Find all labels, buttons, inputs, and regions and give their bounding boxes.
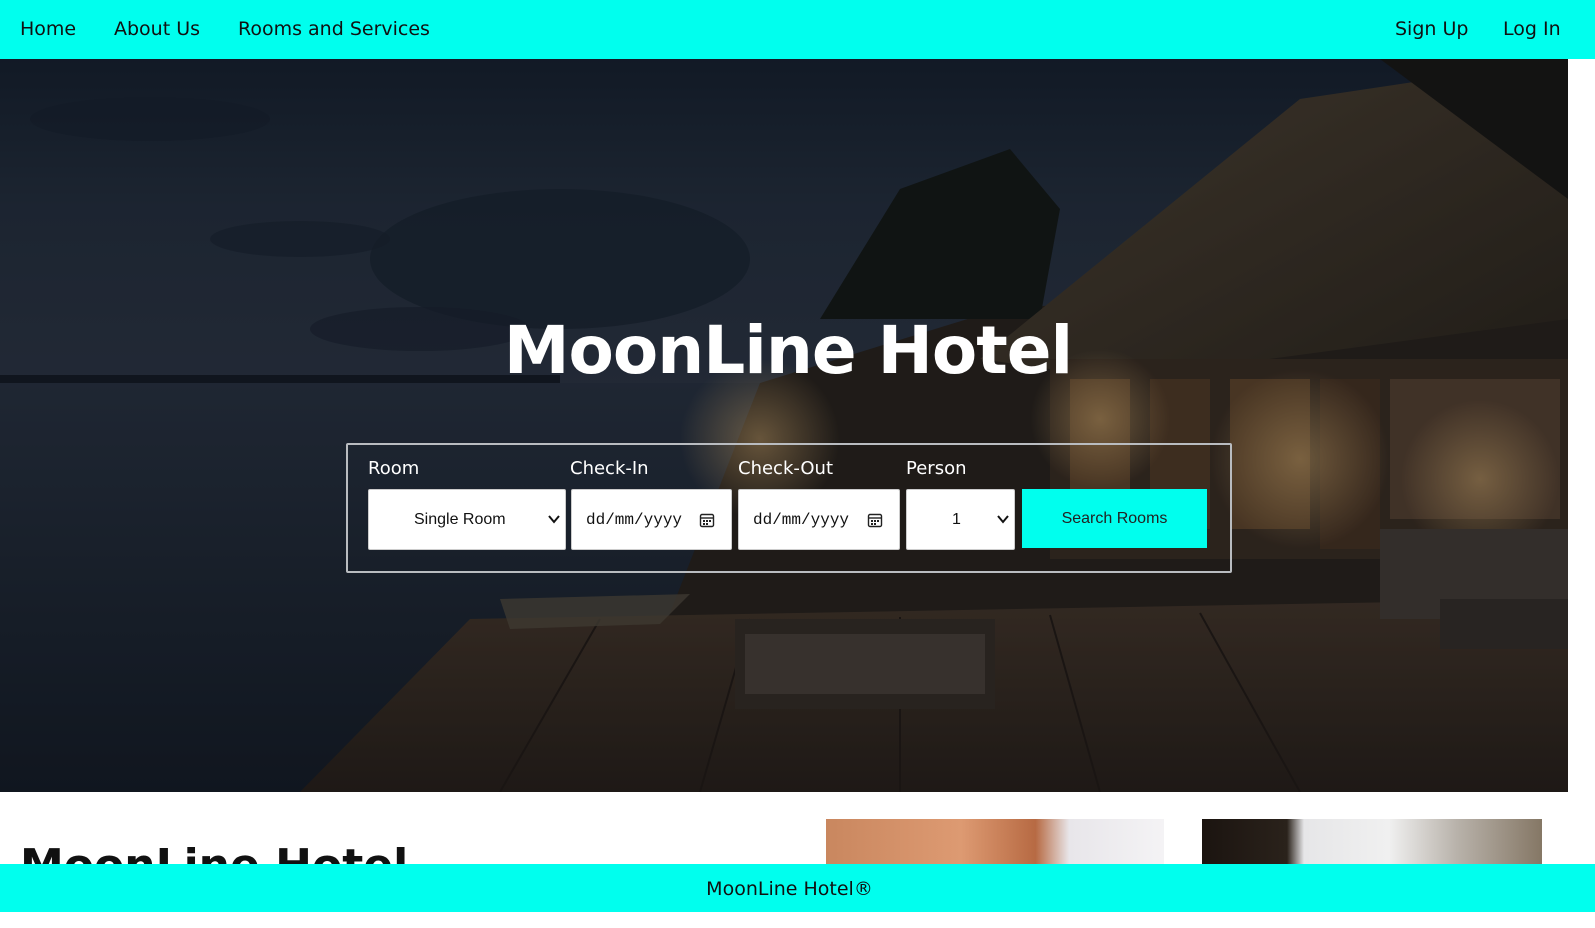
chevron-down-icon (997, 515, 1009, 524)
person-label: Person (906, 458, 967, 479)
nav-about-link[interactable]: About Us (114, 17, 200, 41)
footer-text: MoonLine Hotel® (706, 878, 873, 900)
checkin-date-placeholder: dd/mm/yyyy (586, 511, 683, 529)
checkin-label: Check-In (570, 458, 649, 479)
hero-overlay (0, 59, 1568, 792)
checkout-label: Check-Out (738, 458, 834, 479)
calendar-icon[interactable] (699, 512, 715, 528)
checkout-date-input[interactable]: dd/mm/yyyy (738, 489, 900, 550)
person-select-value: 1 (952, 511, 961, 528)
checkout-date-placeholder: dd/mm/yyyy (753, 511, 850, 529)
top-nav: Home About Us Rooms and Services Sign Up… (0, 0, 1595, 59)
hero-title: MoonLine Hotel (503, 312, 1073, 389)
person-select[interactable]: 1 (906, 489, 1015, 550)
room-select-value: Single Room (414, 511, 506, 528)
search-rooms-button[interactable]: Search Rooms (1022, 489, 1207, 548)
checkin-date-input[interactable]: dd/mm/yyyy (571, 489, 732, 550)
nav-signup-link[interactable]: Sign Up (1395, 17, 1468, 41)
room-label: Room (368, 458, 420, 479)
chevron-down-icon (548, 515, 560, 524)
nav-rooms-services-link[interactable]: Rooms and Services (238, 17, 430, 41)
nav-home-link[interactable]: Home (20, 17, 76, 41)
room-select[interactable]: Single Room (368, 489, 566, 550)
footer: MoonLine Hotel® (0, 864, 1595, 912)
nav-login-link[interactable]: Log In (1503, 17, 1561, 41)
hero-section: MoonLine Hotel (0, 59, 1568, 792)
calendar-icon[interactable] (867, 512, 883, 528)
